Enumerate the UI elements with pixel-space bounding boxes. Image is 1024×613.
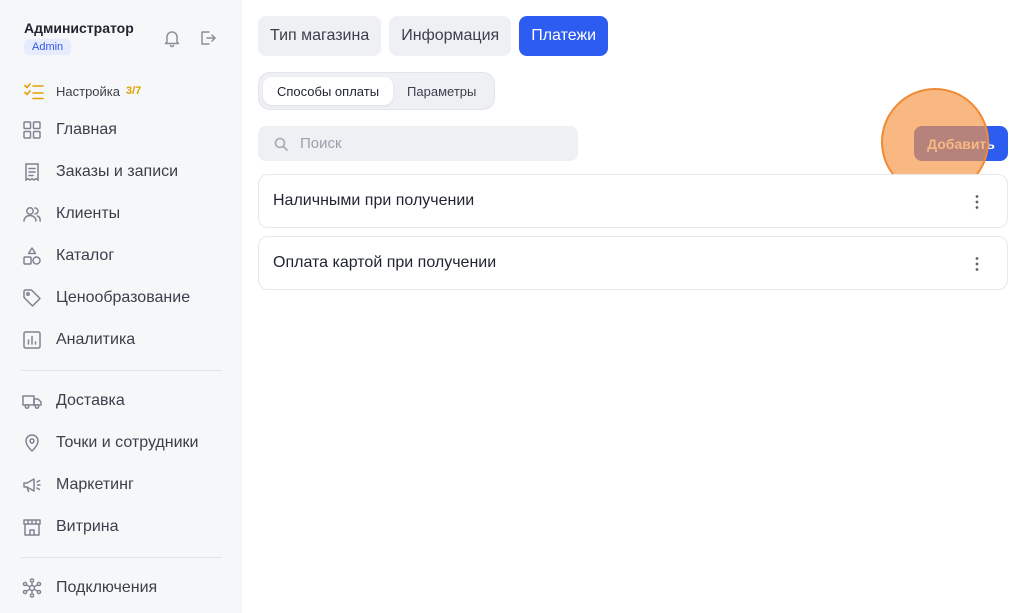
truck-icon	[22, 395, 42, 409]
sidebar-item-home[interactable]: Главная	[22, 118, 117, 142]
more-vertical-icon[interactable]	[973, 256, 981, 272]
payment-method-name: Наличными при получении	[273, 192, 475, 209]
sidebar: Администратор Admin Настройка 3/7 Главна…	[0, 0, 242, 613]
search-box	[258, 126, 578, 161]
tab-store-type[interactable]: Тип магазина	[258, 16, 382, 56]
add-button[interactable]: Добавить	[914, 126, 1008, 161]
sidebar-item-label: Ценообразование	[56, 289, 191, 306]
sidebar-item-clients[interactable]: Клиенты	[22, 202, 120, 226]
sidebar-item-label: Заказы и записи	[56, 163, 179, 180]
megaphone-icon	[23, 478, 41, 493]
setup-label: Настройка	[56, 83, 120, 99]
subtab-payment-methods[interactable]: Способы оплаты	[263, 77, 394, 105]
tab-payments[interactable]: Платежи	[519, 16, 609, 56]
sidebar-item-label: Главная	[56, 121, 117, 138]
checklist-icon	[24, 83, 44, 100]
list-item[interactable]: Оплата картой при получении	[258, 236, 1008, 290]
grid-icon	[23, 121, 41, 139]
sidebar-item-marketing[interactable]: Маркетинг	[22, 473, 134, 497]
sidebar-item-label: Доставка	[56, 392, 125, 409]
chart-icon	[23, 331, 41, 349]
sidebar-item-label: Маркетинг	[56, 476, 134, 493]
sidebar-item-catalog[interactable]: Каталог	[22, 244, 114, 268]
subtab-parameters[interactable]: Параметры	[393, 77, 490, 105]
setup-progress[interactable]: Настройка 3/7	[24, 82, 141, 100]
search-icon	[274, 137, 288, 151]
sidebar-item-label: Точки и сотрудники	[56, 434, 199, 451]
sidebar-item-label: Клиенты	[56, 205, 121, 222]
sidebar-item-label: Витрина	[56, 518, 119, 535]
sidebar-item-integrations[interactable]: Подключения	[22, 576, 157, 600]
tag-icon	[23, 289, 41, 307]
tab-information[interactable]: Информация	[389, 16, 512, 56]
sidebar-item-label: Аналитика	[56, 331, 136, 348]
receipt-icon	[25, 163, 39, 182]
sidebar-item-orders[interactable]: Заказы и записи	[22, 160, 178, 184]
sidebar-item-locations[interactable]: Точки и сотрудники	[22, 431, 198, 455]
payments-subtabs: Способы оплаты Параметры	[258, 72, 496, 110]
more-vertical-icon[interactable]	[973, 194, 981, 210]
logout-icon[interactable]	[198, 28, 218, 48]
sidebar-item-analytics[interactable]: Аналитика	[22, 328, 135, 352]
sidebar-item-pricing[interactable]: Ценообразование	[22, 286, 190, 310]
shapes-icon	[23, 247, 41, 265]
role-badge: Admin	[24, 39, 72, 55]
sidebar-divider	[20, 557, 222, 558]
user-block: Администратор Admin	[24, 20, 134, 55]
storefront-icon	[23, 519, 41, 536]
user-name: Администратор	[24, 20, 134, 36]
network-icon	[22, 578, 42, 598]
sidebar-divider	[20, 370, 222, 371]
map-pin-icon	[25, 434, 39, 452]
app: Администратор Admin Настройка 3/7 Главна…	[0, 0, 1024, 613]
payment-method-name: Оплата картой при получении	[273, 254, 497, 271]
users-icon	[23, 207, 41, 222]
sidebar-item-label: Каталог	[56, 247, 115, 264]
settings-tabs: Тип магазина Информация Платежи	[258, 16, 609, 56]
search-input[interactable]	[300, 135, 560, 152]
sidebar-item-delivery[interactable]: Доставка	[22, 389, 125, 413]
sidebar-item-label: Подключения	[56, 579, 158, 596]
list-item[interactable]: Наличными при получении	[258, 174, 1008, 228]
bell-icon[interactable]	[162, 28, 182, 48]
setup-count: 3/7	[126, 85, 142, 97]
sidebar-item-storefront[interactable]: Витрина	[22, 515, 119, 539]
